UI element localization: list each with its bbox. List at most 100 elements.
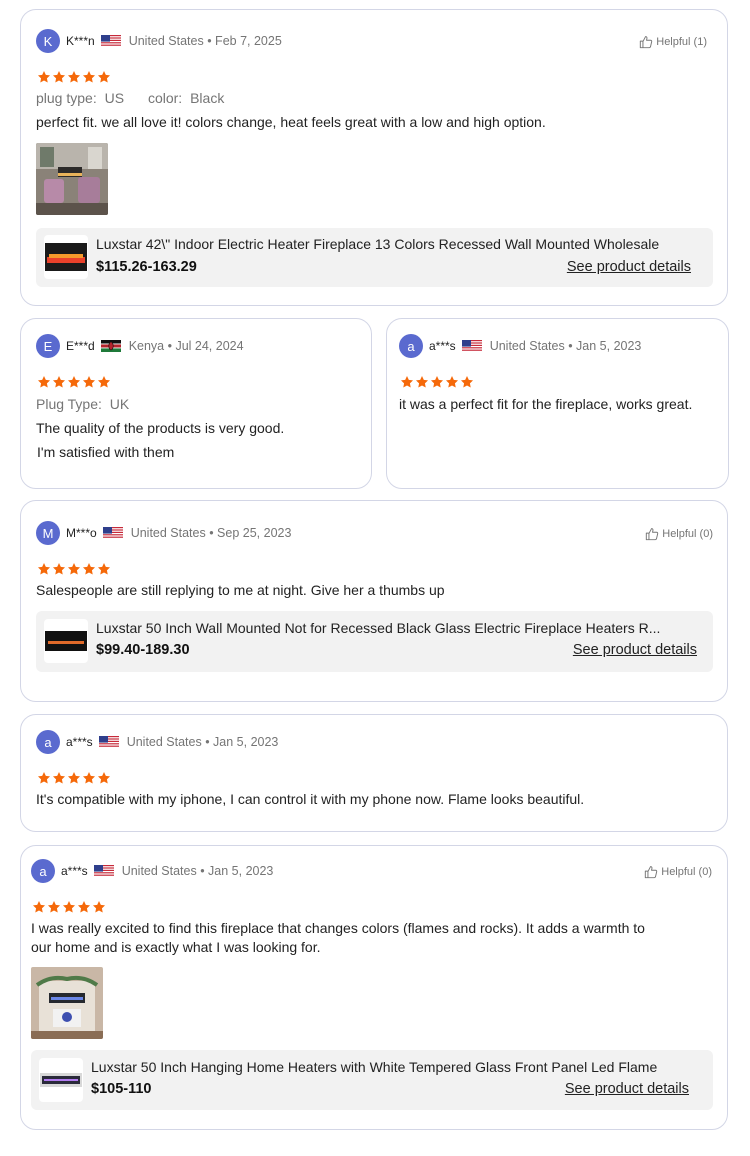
product-thumbnail <box>44 619 88 663</box>
attr-label: Plug Type: <box>36 396 102 412</box>
product-title[interactable]: Luxstar 50 Inch Wall Mounted Not for Rec… <box>96 620 706 636</box>
attr-value: US <box>104 90 125 106</box>
helpful-button[interactable]: Helpful (1) <box>639 35 707 49</box>
star-icon <box>400 375 414 389</box>
see-product-details-link[interactable]: See product details <box>567 259 691 275</box>
review-meta: United States • Jan 5, 2023 <box>489 339 642 353</box>
review-meta: United States • Sep 25, 2023 <box>130 526 292 540</box>
reviewer-name: E***d <box>66 339 95 353</box>
star-rating <box>37 70 111 84</box>
avatar: a <box>31 859 55 883</box>
review-photo[interactable] <box>31 967 103 1039</box>
review-card: M M***o United States • Sep 25, 2023 Hel… <box>20 500 728 702</box>
review-meta: United States • Jan 5, 2023 <box>126 735 279 749</box>
review-card: K K***n United States • Feb 7, 2025 Help… <box>20 9 728 306</box>
product-title[interactable]: Luxstar 42\" Indoor Electric Heater Fire… <box>96 236 706 252</box>
reviewer-name: K***n <box>66 34 95 48</box>
attr-value: UK <box>109 396 130 412</box>
star-rating <box>400 375 474 389</box>
star-icon <box>52 70 66 84</box>
star-icon <box>460 375 474 389</box>
us-flag-icon <box>462 340 482 352</box>
us-flag-icon <box>94 865 114 877</box>
star-icon <box>430 375 444 389</box>
helpful-label: Helpful (1) <box>656 36 707 48</box>
review-header: a a***s United States • Jan 5, 2023 <box>36 730 278 754</box>
star-icon <box>67 70 81 84</box>
star-icon <box>37 562 51 576</box>
star-icon <box>82 375 96 389</box>
review-text: The quality of the products is very good… <box>36 420 285 436</box>
star-icon <box>52 562 66 576</box>
star-rating <box>37 375 111 389</box>
product-card[interactable]: Luxstar 50 Inch Wall Mounted Not for Rec… <box>36 611 713 672</box>
star-icon <box>82 562 96 576</box>
review-header: a a***s United States • Jan 5, 2023 <box>399 334 641 358</box>
product-title[interactable]: Luxstar 50 Inch Hanging Home Heaters wit… <box>91 1059 706 1075</box>
helpful-button[interactable]: Helpful (0) <box>644 865 712 879</box>
product-price: $105-110 <box>91 1081 152 1097</box>
star-icon <box>37 375 51 389</box>
avatar: E <box>36 334 60 358</box>
sku-attributes: Plug Type: UK <box>36 396 129 412</box>
review-card: a a***s United States • Jan 5, 2023 it w… <box>386 318 729 489</box>
star-icon <box>445 375 459 389</box>
product-card[interactable]: Luxstar 42\" Indoor Electric Heater Fire… <box>36 228 713 287</box>
star-icon <box>67 375 81 389</box>
star-icon <box>82 771 96 785</box>
review-header: E E***d Kenya • Jul 24, 2024 <box>36 334 244 358</box>
review-card: E E***d Kenya • Jul 24, 2024 Plug Type: … <box>20 318 372 489</box>
star-icon <box>415 375 429 389</box>
product-price: $99.40-189.30 <box>96 642 190 658</box>
reviewer-name: a***s <box>429 339 456 353</box>
product-thumbnail <box>39 1058 83 1102</box>
star-icon <box>67 562 81 576</box>
product-price: $115.26-163.29 <box>96 259 197 275</box>
star-icon <box>82 70 96 84</box>
see-product-details-link[interactable]: See product details <box>573 642 697 658</box>
attr-label: plug type: <box>36 90 97 106</box>
helpful-label: Helpful (0) <box>661 866 712 878</box>
helpful-button[interactable]: Helpful (0) <box>645 527 713 541</box>
product-card[interactable]: Luxstar 50 Inch Hanging Home Heaters wit… <box>31 1050 713 1110</box>
star-icon <box>52 771 66 785</box>
review-meta: United States • Feb 7, 2025 <box>128 34 282 48</box>
review-photo[interactable] <box>36 143 108 215</box>
thumbs-up-icon <box>639 35 653 49</box>
star-icon <box>77 900 91 914</box>
thumbs-up-icon <box>644 865 658 879</box>
us-flag-icon <box>103 527 123 539</box>
review-card: a a***s United States • Jan 5, 2023 It's… <box>20 714 728 832</box>
thumbs-up-icon <box>645 527 659 541</box>
star-rating <box>37 562 111 576</box>
review-header: a a***s United States • Jan 5, 2023 <box>31 859 273 883</box>
review-text: I'm satisfied with them <box>37 444 175 460</box>
review-text: It's compatible with my iphone, I can co… <box>36 791 585 807</box>
star-icon <box>47 900 61 914</box>
us-flag-icon <box>99 736 119 748</box>
star-icon <box>37 70 51 84</box>
review-text: Salespeople are still replying to me at … <box>36 582 445 598</box>
review-text: I was really excited to find this firepl… <box>31 920 645 936</box>
star-icon <box>97 70 111 84</box>
avatar: K <box>36 29 60 53</box>
sku-attributes: plug type: US color: Black <box>36 90 224 106</box>
avatar: a <box>36 730 60 754</box>
attr-label: color: <box>147 90 183 106</box>
star-icon <box>97 375 111 389</box>
review-text: it was a perfect fit for the fireplace, … <box>399 396 693 412</box>
star-icon <box>52 375 66 389</box>
kenya-flag-icon <box>101 340 121 352</box>
star-icon <box>97 771 111 785</box>
product-thumbnail <box>44 235 88 279</box>
see-product-details-link[interactable]: See product details <box>565 1081 689 1097</box>
star-icon <box>32 900 46 914</box>
review-text: our home and is exactly what I was looki… <box>31 939 321 955</box>
avatar: a <box>399 334 423 358</box>
review-meta: United States • Jan 5, 2023 <box>121 864 274 878</box>
star-icon <box>62 900 76 914</box>
star-rating <box>37 771 111 785</box>
review-header: K K***n United States • Feb 7, 2025 <box>36 29 282 53</box>
star-rating <box>32 900 106 914</box>
review-header: M M***o United States • Sep 25, 2023 <box>36 521 291 545</box>
